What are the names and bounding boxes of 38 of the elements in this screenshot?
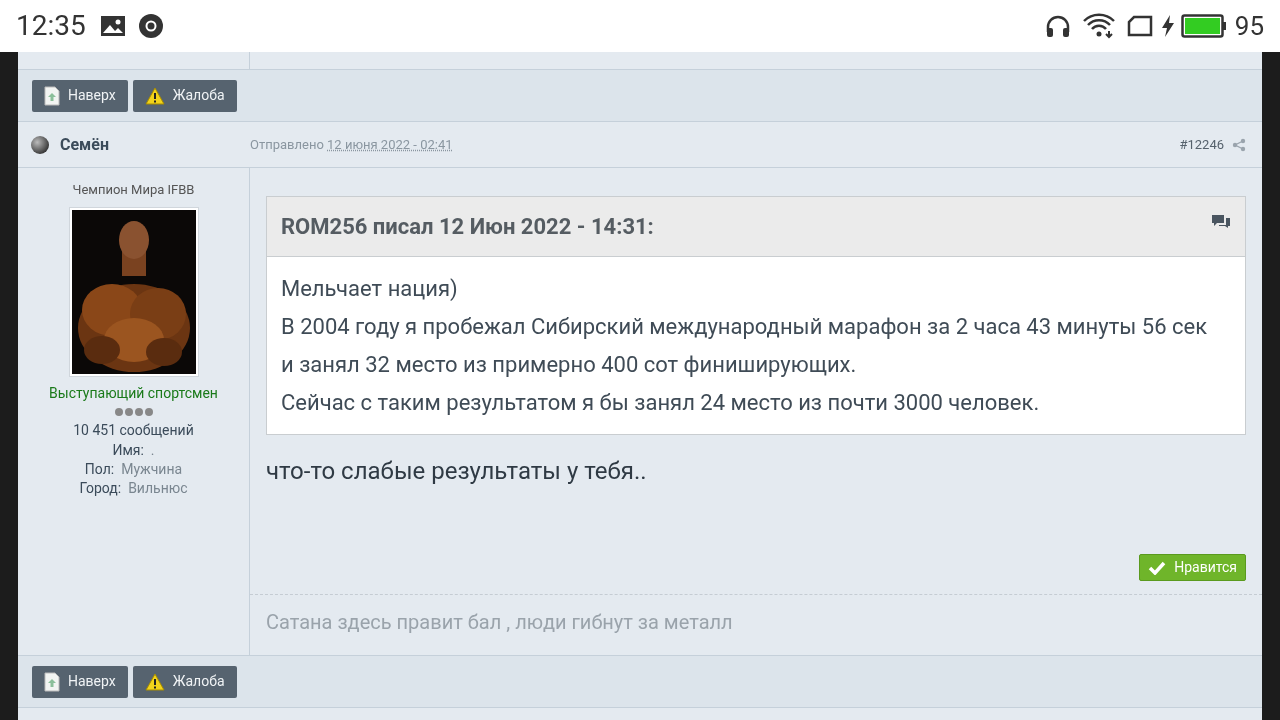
charging-icon	[1160, 14, 1175, 38]
toolbar-button[interactable]: Наверх	[32, 79, 128, 112]
signature: Сатана здесь правит бал , люди гибнут за металл	[266, 609, 734, 636]
profile-field: Имя: .	[112, 440, 155, 460]
toolbar-button[interactable]: Наверх	[32, 665, 128, 698]
browser-icon	[137, 13, 164, 39]
battery-icon	[1180, 14, 1227, 38]
clock: 12:35	[16, 8, 86, 44]
post-count: 10 451 сообщений	[73, 420, 194, 440]
member-rank: Чемпион Мира IFBB	[72, 181, 195, 199]
post-text: что-то слабые результаты у тебя..	[266, 456, 648, 487]
headphones-icon	[1044, 14, 1071, 38]
post-number[interactable]: #12246	[1179, 134, 1224, 155]
checkmark-icon	[1148, 560, 1167, 575]
profile-field: Пол: Мужчина	[84, 459, 183, 479]
quote-line: Мельчает нация)	[281, 275, 459, 303]
member-group: Выступающий спортсмен	[49, 382, 218, 404]
toolbar-button[interactable]: Жалоба	[132, 79, 237, 112]
quote-line: В 2004 году я пробежал Сибирский международный марафон за 2 часа 43 минуты 56 сек	[281, 313, 1209, 341]
quote-line: и занял 32 место из примерно 400 сот финиширующих.	[281, 351, 858, 379]
warning-icon	[144, 672, 165, 691]
status-dot-icon	[30, 134, 50, 155]
quote-line: Сейчас с таким результатом я бы занял 24 место из почти 3000 человек.	[281, 389, 1041, 417]
post-date: Отправлено 12 июня 2022 - 02:41	[250, 135, 453, 154]
toolbar-button[interactable]: Жалоба	[132, 665, 237, 698]
speech-bubbles-icon	[1211, 212, 1231, 229]
image-icon	[99, 15, 126, 37]
rank-pips-drawing	[113, 406, 154, 417]
page-up-icon	[44, 671, 60, 692]
profile-field: Город: Вильнюс	[79, 478, 188, 498]
quote-header: ROM256 писал 12 Июн 2022 - 14:31:	[281, 213, 654, 241]
screen-icon	[1126, 15, 1153, 37]
author-name[interactable]: Семён	[60, 132, 109, 157]
wifi-icon	[1082, 13, 1115, 39]
warning-icon	[144, 86, 165, 105]
page-up-icon	[44, 85, 60, 106]
share-icon[interactable]	[1232, 137, 1246, 152]
battery-percent: 95	[1234, 9, 1264, 43]
